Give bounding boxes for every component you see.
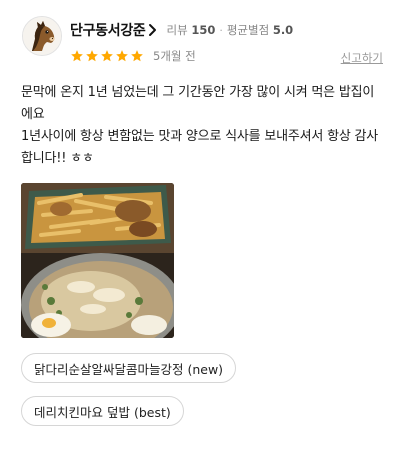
review-count-label: 리뷰 bbox=[166, 23, 188, 37]
average-rating-value: 5.0 bbox=[272, 23, 294, 37]
star-icon bbox=[101, 50, 113, 62]
menu-tag[interactable]: 데리치킨마요 덮밥 (best) bbox=[21, 396, 184, 426]
meta-separator: · bbox=[219, 23, 223, 37]
star-icon bbox=[71, 50, 83, 62]
star-rating bbox=[70, 49, 144, 63]
menu-tag-label: 닭다리순살알싸달콤마늘강정 (new) bbox=[34, 361, 224, 377]
review-time: 5개월 전 bbox=[153, 49, 196, 63]
menu-tag[interactable]: 닭다리순살알싸달콤마늘강정 (new) bbox=[21, 353, 237, 383]
star-icon bbox=[86, 50, 98, 62]
reviewer-avatar[interactable] bbox=[22, 16, 62, 56]
review-count-value: 150 bbox=[191, 23, 216, 37]
reviewer-nickname[interactable]: 단구동서강준 bbox=[70, 20, 146, 40]
food-photo-image bbox=[21, 183, 174, 338]
chevron-right-icon[interactable] bbox=[148, 23, 158, 37]
reviewer-header: 단구동서강준 리뷰 150 · 평균별점 5.0 bbox=[70, 20, 293, 40]
average-rating-label: 평균별점 bbox=[226, 23, 270, 37]
star-icon bbox=[131, 50, 143, 62]
rating-row: 5개월 전 bbox=[70, 48, 196, 64]
review-card: 단구동서강준 리뷰 150 · 평균별점 5.0 5개월 전 신고하기 문막에 … bbox=[0, 0, 403, 460]
menu-tag-label: 데리치킨마요 덮밥 (best) bbox=[34, 404, 171, 420]
review-count: 리뷰 150 bbox=[166, 22, 215, 38]
star-icon bbox=[116, 50, 128, 62]
review-body: 문막에 온지 1년 넘었는데 그 기간동안 가장 많이 시켜 먹은 밥집이에요 1… bbox=[21, 85, 379, 166]
review-photo[interactable] bbox=[21, 183, 174, 338]
average-rating: 평균별점 5.0 bbox=[227, 22, 293, 38]
horse-avatar-icon bbox=[23, 17, 61, 55]
report-link[interactable]: 신고하기 bbox=[341, 50, 383, 66]
